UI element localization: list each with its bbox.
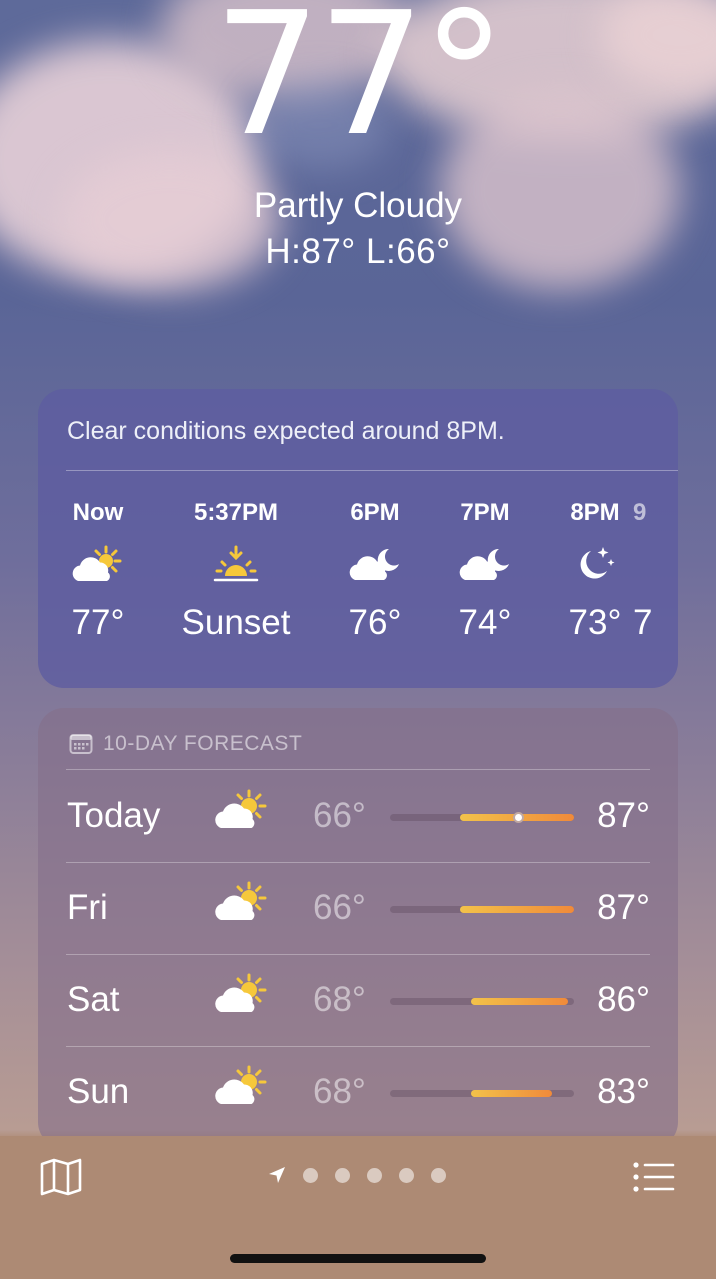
city-list-button[interactable]: [633, 1162, 675, 1197]
hourly-forecast-card[interactable]: Clear conditions expected around 8PM. No…: [38, 389, 678, 688]
map-button[interactable]: [40, 1158, 82, 1201]
day-high-temp: 87°: [597, 796, 650, 835]
day-name: Sun: [67, 1072, 130, 1111]
current-condition: Partly Cloudy: [253, 186, 463, 225]
forecast-row[interactable]: Fri 66° 87°: [38, 862, 678, 954]
day-high-temp: 87°: [597, 888, 650, 927]
partly-cloudy-day-icon: [213, 880, 269, 929]
current-temp-marker: [513, 812, 525, 823]
day-low-temp: 68°: [313, 1072, 366, 1111]
hour-item[interactable]: 5:37PM Sunset: [166, 499, 306, 643]
temperature-range-fill: [459, 906, 574, 913]
page-dot[interactable]: [431, 1167, 446, 1183]
day-low-temp: 68°: [313, 980, 366, 1019]
page-indicator[interactable]: [268, 1166, 446, 1184]
hour-temperature: Sunset: [181, 603, 291, 642]
page-dot[interactable]: [335, 1167, 350, 1183]
day-name: Today: [67, 796, 161, 835]
location-arrow-icon: [269, 1167, 285, 1183]
hour-temperature: 77°: [71, 603, 125, 642]
forecast-title: 10-DAY FORECAST: [103, 732, 303, 755]
day-name: Fri: [67, 888, 108, 927]
high-low-temperature: H:87° L:66°: [265, 232, 451, 271]
partly-cloudy-day-icon: [38, 531, 168, 599]
hour-item-partial[interactable]: 9 7: [633, 499, 678, 643]
current-temperature: 77°: [213, 0, 506, 174]
page-dot[interactable]: [303, 1167, 318, 1183]
partly-cloudy-day-icon: [213, 972, 269, 1021]
day-high-temp: 86°: [597, 980, 650, 1019]
day-low-temp: 66°: [313, 888, 366, 927]
page-dot[interactable]: [367, 1167, 382, 1183]
forecast-row[interactable]: Sat 68° 86°: [38, 954, 678, 1046]
day-high-temp: 83°: [597, 1072, 650, 1111]
forecast-header: 10-DAY FORECAST: [69, 732, 302, 756]
hourly-summary: Clear conditions expected around 8PM.: [67, 417, 505, 445]
calendar-icon: [69, 734, 93, 754]
current-weather: 77° Partly Cloudy H:87° L:66°: [0, 0, 716, 272]
day-low-temp: 66°: [313, 796, 366, 835]
temperature-range-bar: [390, 1090, 574, 1097]
sunset-icon: [166, 531, 306, 599]
forecast-row[interactable]: Sun 68° 83°: [38, 1046, 678, 1138]
hour-item[interactable]: Now 77°: [38, 499, 168, 643]
page-dot[interactable]: [399, 1167, 414, 1183]
temperature-range-fill: [470, 1090, 552, 1097]
map-icon: [40, 1158, 82, 1196]
forecast-row[interactable]: Today 66° 87°: [38, 770, 678, 862]
divider: [66, 470, 678, 471]
ten-day-forecast-card[interactable]: 10-DAY FORECAST Today 66° 87° Fri 66° 87…: [38, 708, 678, 1148]
partly-cloudy-day-icon: [213, 1064, 269, 1113]
hour-time: Now: [72, 499, 124, 526]
temperature-range-bar: [390, 812, 574, 823]
hour-time: 5:37PM: [193, 499, 279, 526]
temperature-range-fill: [470, 998, 569, 1005]
partly-cloudy-day-icon: [213, 788, 269, 837]
list-icon: [633, 1162, 675, 1192]
day-name: Sat: [67, 980, 120, 1019]
home-indicator: [230, 1254, 486, 1263]
temperature-range-bar: [390, 906, 574, 913]
temperature-range-bar: [390, 998, 574, 1005]
